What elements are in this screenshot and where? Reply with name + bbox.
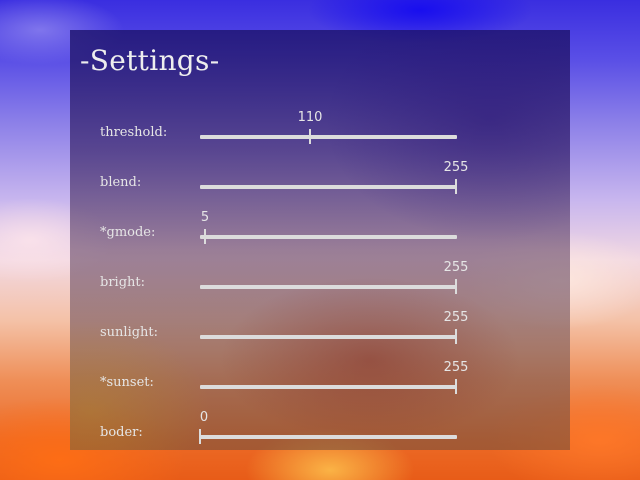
settings-panel: -Settings- threshold: 110 blend: 255 *gm…	[70, 30, 570, 450]
slider-thumb[interactable]	[455, 279, 457, 294]
slider-thumb[interactable]	[309, 129, 311, 144]
setting-row-sunset: *sunset: 255	[70, 356, 570, 396]
setting-row-gmode: *gmode: 5	[70, 206, 570, 246]
setting-row-bright: bright: 255	[70, 256, 570, 296]
slider-value: 255	[443, 310, 469, 325]
slider-thumb[interactable]	[455, 179, 457, 194]
slider-value: 110	[297, 110, 323, 125]
setting-row-blend: blend: 255	[70, 156, 570, 196]
slider-track[interactable]	[200, 235, 457, 239]
setting-row-sunlight: sunlight: 255	[70, 306, 570, 346]
slider-value: 255	[443, 260, 469, 275]
setting-row-threshold: threshold: 110	[70, 106, 570, 146]
slider-track[interactable]	[200, 185, 457, 189]
blend-slider[interactable]: 255	[200, 160, 468, 196]
slider-value: 5	[200, 210, 210, 225]
setting-label: *sunset:	[100, 375, 154, 390]
slider-thumb[interactable]	[204, 229, 206, 244]
boder-slider[interactable]: 0	[199, 410, 457, 446]
slider-track[interactable]	[200, 385, 457, 389]
slider-track[interactable]	[200, 285, 457, 289]
setting-label: sunlight:	[100, 325, 159, 340]
bright-slider[interactable]: 255	[200, 260, 468, 296]
slider-value: 255	[443, 360, 469, 375]
setting-label: *gmode:	[100, 225, 156, 240]
slider-thumb[interactable]	[199, 429, 201, 444]
panel-title: -Settings-	[80, 44, 220, 77]
threshold-slider[interactable]: 110	[200, 110, 457, 146]
gmode-slider[interactable]: 5	[200, 210, 457, 246]
setting-label: bright:	[100, 275, 145, 290]
sunset-slider[interactable]: 255	[200, 360, 468, 396]
setting-row-boder: boder: 0	[70, 406, 570, 446]
slider-track[interactable]	[200, 435, 457, 439]
slider-value: 255	[443, 160, 469, 175]
setting-label: blend:	[100, 175, 142, 190]
slider-thumb[interactable]	[455, 329, 457, 344]
slider-track[interactable]	[200, 135, 457, 139]
sunlight-slider[interactable]: 255	[200, 310, 468, 346]
setting-label: threshold:	[100, 125, 168, 140]
setting-label: boder:	[100, 425, 143, 440]
slider-thumb[interactable]	[455, 379, 457, 394]
slider-track[interactable]	[200, 335, 457, 339]
slider-value: 0	[199, 410, 209, 425]
